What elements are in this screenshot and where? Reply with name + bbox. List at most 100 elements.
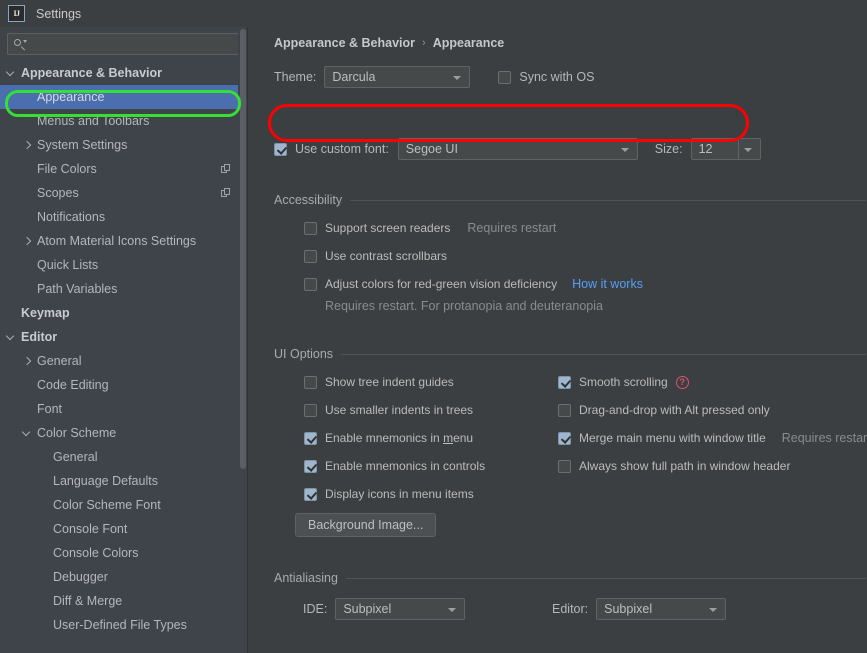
use-contrast-scrollbars-checkbox[interactable] xyxy=(304,249,317,263)
settings-tree[interactable]: Appearance & Behavior Appearance Menus and… xyxy=(0,61,248,653)
ui-option-right-2[interactable]: Merge main menu with window title Require… xyxy=(558,431,867,445)
adjust-colors-label: Adjust colors for red-green vision defic… xyxy=(325,277,558,291)
sidebar-item-language-defaults[interactable]: Language Defaults xyxy=(0,469,248,493)
section-divider xyxy=(350,199,866,201)
ui-option-left-4[interactable]: Display icons in menu items xyxy=(304,487,474,501)
sidebar-item-notifications[interactable]: Notifications xyxy=(0,205,248,229)
sidebar-item-editor[interactable]: Editor xyxy=(0,325,248,349)
search-input[interactable] xyxy=(27,37,234,51)
sidebar-item-label: Console Font xyxy=(53,522,128,536)
theme-label: Theme: xyxy=(274,70,317,84)
search-icon xyxy=(14,38,27,51)
ui-options-title: UI Options xyxy=(274,347,334,361)
how-it-works-link[interactable]: How it works xyxy=(572,277,643,291)
ui-option-checkbox[interactable] xyxy=(304,403,317,417)
sidebar-item-scopes[interactable]: Scopes xyxy=(0,181,248,205)
sidebar-item-label: Code Editing xyxy=(37,378,109,392)
ui-options-section-header: UI Options xyxy=(274,347,866,361)
background-image-button[interactable]: Background Image... xyxy=(295,513,437,537)
chevron-right-icon[interactable] xyxy=(22,356,33,367)
ui-option-checkbox[interactable] xyxy=(558,403,571,417)
breadcrumb-parent[interactable]: Appearance & Behavior xyxy=(274,36,415,50)
copy-settings-icon[interactable] xyxy=(221,188,231,198)
sidebar-item-color-scheme-font[interactable]: Color Scheme Font xyxy=(0,493,248,517)
ui-option-checkbox[interactable] xyxy=(558,459,571,473)
sync-with-os-checkbox[interactable] xyxy=(498,70,512,84)
support-screen-readers-checkbox[interactable] xyxy=(304,221,317,235)
ui-option-right-0[interactable]: Smooth scrolling? xyxy=(558,375,689,389)
sidebar-item-general[interactable]: General xyxy=(0,445,248,469)
ui-option-checkbox[interactable] xyxy=(304,431,317,445)
ui-option-right-3[interactable]: Always show full path in window header xyxy=(558,459,790,473)
sidebar-item-label: Console Colors xyxy=(53,546,139,560)
ui-option-checkbox[interactable] xyxy=(558,431,571,445)
accessibility-item-2[interactable]: Adjust colors for red-green vision defic… xyxy=(304,277,643,291)
ui-option-checkbox[interactable] xyxy=(304,375,317,389)
adjust-colors-checkbox[interactable] xyxy=(304,277,317,291)
accessibility-item-1[interactable]: Use contrast scrollbars xyxy=(304,249,447,263)
theme-select[interactable]: Darcula xyxy=(324,66,471,88)
sidebar-item-label: Menus and Toolbars xyxy=(37,114,150,128)
use-custom-font-checkbox[interactable] xyxy=(274,142,287,156)
sidebar-scrollbar-thumb[interactable] xyxy=(240,29,246,469)
ui-option-checkbox[interactable] xyxy=(558,375,571,389)
sidebar-item-appearance[interactable]: Appearance xyxy=(0,85,248,109)
ui-option-checkbox[interactable] xyxy=(304,459,317,473)
sidebar-item-color-scheme[interactable]: Color Scheme xyxy=(0,421,248,445)
background-image-button-row: Background Image... xyxy=(295,513,437,537)
chevron-right-icon[interactable] xyxy=(22,236,33,247)
antialiasing-editor-value: Subpixel xyxy=(604,602,653,616)
sidebar-item-font[interactable]: Font xyxy=(0,397,248,421)
ui-option-label: Drag-and-drop with Alt pressed only xyxy=(579,403,770,417)
copy-settings-icon[interactable] xyxy=(221,164,231,174)
sidebar-item-label: Font xyxy=(37,402,63,416)
sidebar-item-system-settings[interactable]: System Settings xyxy=(0,133,248,157)
settings-sidebar: Appearance & Behavior Appearance Menus and… xyxy=(0,27,248,653)
breadcrumb: Appearance & Behavior › Appearance xyxy=(274,36,504,50)
sidebar-item-quick-lists[interactable]: Quick Lists xyxy=(0,253,248,277)
antialiasing-editor-select[interactable]: Subpixel xyxy=(596,598,727,620)
sidebar-item-atom-material-icons-settings[interactable]: Atom Material Icons Settings xyxy=(0,229,248,253)
chevron-down-icon xyxy=(448,608,457,612)
sidebar-item-debugger[interactable]: Debugger xyxy=(0,565,248,589)
sync-with-os-label: Sync with OS xyxy=(519,70,595,84)
antialiasing-ide-select[interactable]: Subpixel xyxy=(335,598,466,620)
use-custom-font-row[interactable]: Use custom font: xyxy=(274,142,389,156)
chevron-right-icon[interactable] xyxy=(22,140,33,151)
sidebar-item-label: Appearance xyxy=(37,90,105,104)
sidebar-item-path-variables[interactable]: Path Variables xyxy=(0,277,248,301)
chevron-down-icon[interactable] xyxy=(6,68,17,79)
sidebar-item-diff-merge[interactable]: Diff & Merge xyxy=(0,589,248,613)
use-custom-font-label: Use custom font: xyxy=(295,142,389,156)
sidebar-item-user-defined-file-types[interactable]: User-Defined File Types xyxy=(0,613,248,637)
accessibility-item-0[interactable]: Support screen readers Requires restart xyxy=(304,221,556,235)
sidebar-item-menus-and-toolbars[interactable]: Menus and Toolbars xyxy=(0,109,248,133)
support-screen-readers-label: Support screen readers xyxy=(325,221,451,235)
ui-option-checkbox[interactable] xyxy=(304,487,317,501)
sync-with-os-row[interactable]: Sync with OS xyxy=(498,70,594,84)
sidebar-item-console-colors[interactable]: Console Colors xyxy=(0,541,248,565)
sidebar-item-appearance-behavior[interactable]: Appearance & Behavior xyxy=(0,61,248,85)
ui-option-left-3[interactable]: Enable mnemonics in controls xyxy=(304,459,485,473)
font-size-select[interactable]: 12 xyxy=(690,138,761,160)
help-question-icon[interactable]: ? xyxy=(675,375,689,389)
sidebar-item-code-editing[interactable]: Code Editing xyxy=(0,373,248,397)
sidebar-item-console-font[interactable]: Console Font xyxy=(0,517,248,541)
ui-option-left-2[interactable]: Enable mnemonics in menu xyxy=(304,431,473,445)
antialiasing-ide-label: IDE: xyxy=(303,602,328,616)
custom-font-select[interactable]: Segoe UI xyxy=(397,138,638,160)
ui-option-right-1[interactable]: Drag-and-drop with Alt pressed only xyxy=(558,403,770,417)
ui-option-left-0[interactable]: Show tree indent guides xyxy=(304,375,454,389)
sidebar-item-general[interactable]: General xyxy=(0,349,248,373)
chevron-down-icon[interactable] xyxy=(6,332,17,343)
sidebar-item-keymap[interactable]: Keymap xyxy=(0,301,248,325)
search-container xyxy=(0,27,248,55)
accessibility-hint-text: Requires restart. For protanopia and deu… xyxy=(325,299,603,313)
chevron-down-icon[interactable] xyxy=(22,428,33,439)
search-box[interactable] xyxy=(7,33,241,55)
ui-option-left-1[interactable]: Use smaller indents in trees xyxy=(304,403,473,417)
sidebar-item-file-colors[interactable]: File Colors xyxy=(0,157,248,181)
